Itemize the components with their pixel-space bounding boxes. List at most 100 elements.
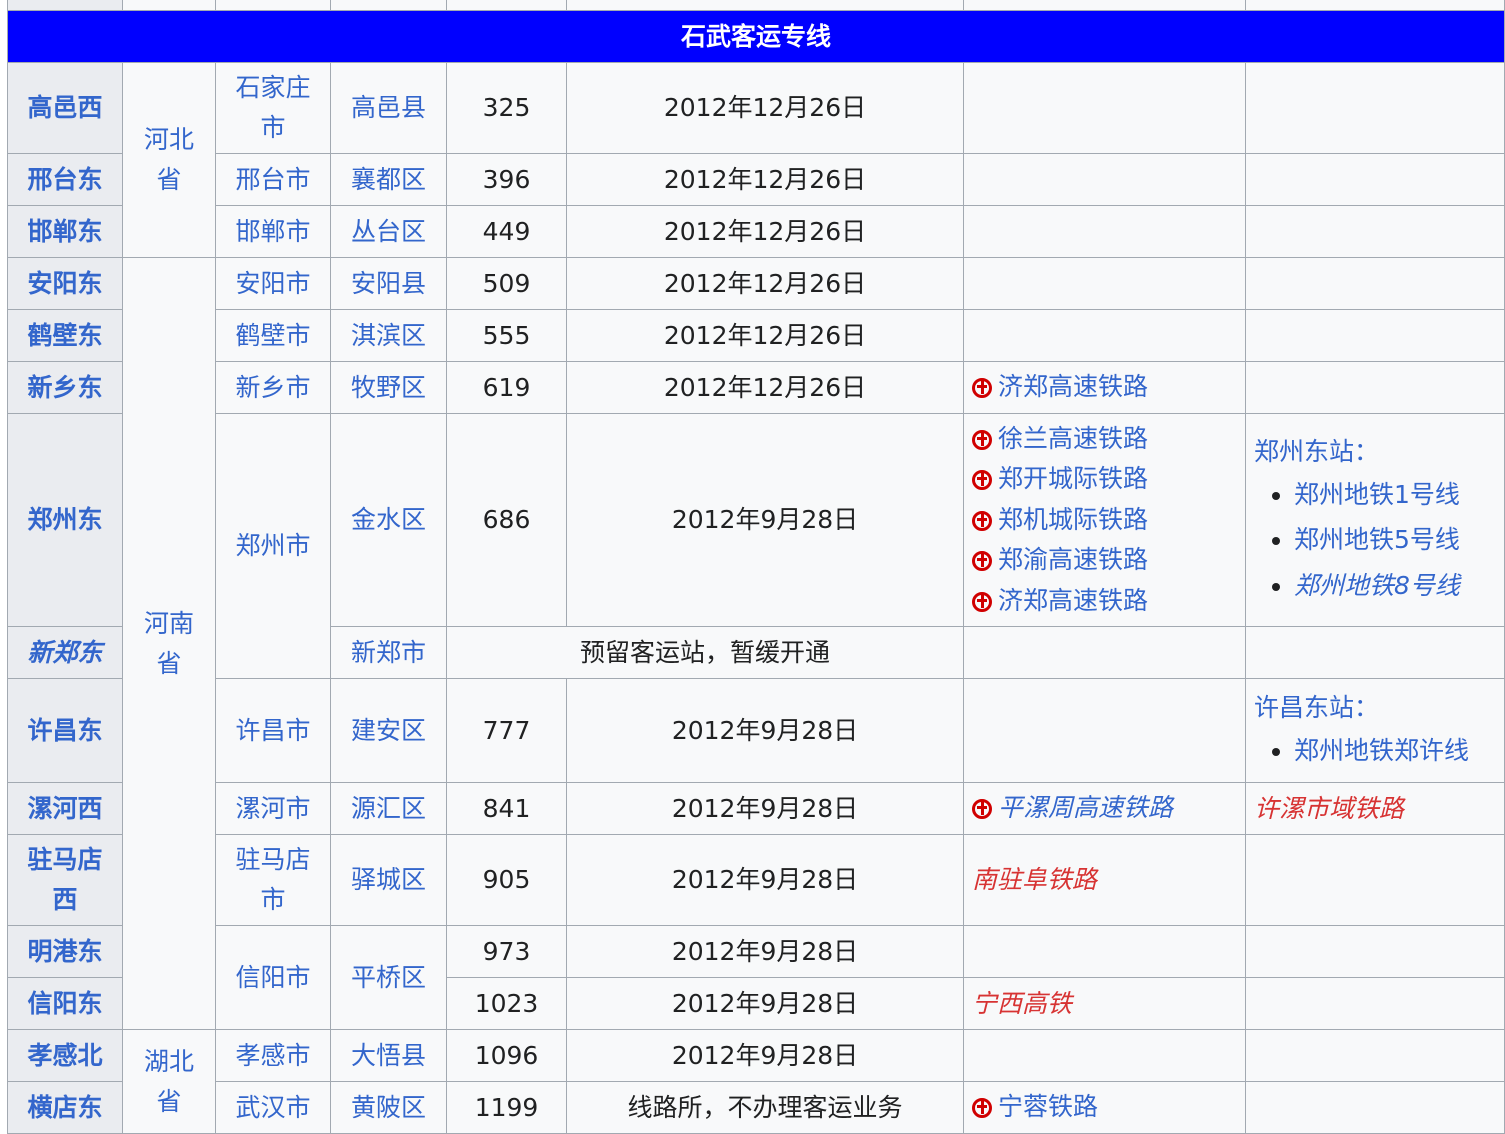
date-cell: 2012年12月26日 — [566, 153, 964, 206]
table-row: 高邑西 河北省 石家庄市 高邑县 325 2012年12月26日 — [7, 62, 1505, 258]
metro-cell — [1245, 257, 1505, 310]
china-railway-icon — [972, 510, 992, 531]
transfer-cell — [963, 153, 1246, 206]
metro-link[interactable]: 郑州地铁5号线 — [1294, 517, 1496, 563]
metro-link[interactable]: 郑州地铁1号线 — [1294, 472, 1496, 518]
city-cell[interactable]: 邢台市 — [215, 153, 331, 206]
metro-cell — [1245, 62, 1505, 154]
station-name[interactable]: 邢台东 — [7, 153, 123, 206]
note-cell: 线路所，不办理客运业务 — [566, 1081, 964, 1134]
railway-link[interactable]: 郑开城际铁路 — [972, 459, 1237, 500]
transfer-cell — [963, 309, 1246, 362]
district-cell[interactable]: 大悟县 — [330, 1029, 447, 1082]
district-cell[interactable]: 高邑县 — [330, 62, 447, 154]
table-row: 横店东 武汉市 黄陂区 1199 线路所，不办理客运业务 宁蓉铁路 — [7, 1081, 1505, 1134]
district-cell[interactable]: 黄陂区 — [330, 1081, 447, 1134]
transfer-cell — [963, 62, 1246, 154]
metro-cell — [1245, 153, 1505, 206]
metro-link[interactable]: 郑州地铁8号线 — [1294, 563, 1496, 609]
date-cell: 2012年12月26日 — [566, 257, 964, 310]
china-railway-icon — [972, 429, 992, 450]
railway-link[interactable]: 平漯周高速铁路 — [972, 788, 1237, 829]
station-name[interactable]: 明港东 — [7, 925, 123, 978]
city-cell[interactable]: 许昌市 — [215, 678, 331, 783]
transfer-cell — [963, 925, 1246, 978]
date-cell: 2012年9月28日 — [566, 782, 964, 835]
railway-link[interactable]: 郑机城际铁路 — [972, 500, 1237, 541]
station-name[interactable]: 驻马店西 — [7, 834, 123, 926]
province-cell[interactable]: 河南省 — [122, 257, 216, 1030]
china-railway-icon — [972, 591, 992, 612]
city-cell[interactable]: 安阳市 — [215, 257, 331, 310]
city-cell[interactable]: 新乡市 — [215, 361, 331, 414]
metro-cell — [1245, 834, 1505, 926]
metro-cell[interactable]: 许漯市域铁路 — [1245, 782, 1505, 835]
transfer-cell[interactable]: 宁西高铁 — [963, 977, 1246, 1030]
transfer-cell: 徐兰高速铁路 郑开城际铁路 郑机城际铁路 郑渝高速铁路 济郑高速铁路 — [963, 413, 1246, 627]
station-name[interactable]: 漯河西 — [7, 782, 123, 835]
china-railway-icon — [972, 799, 992, 820]
railway-link[interactable]: 济郑高速铁路 — [972, 367, 1237, 408]
metro-station-heading[interactable]: 郑州东站： — [1254, 432, 1496, 472]
metro-cell — [1245, 309, 1505, 362]
table-row: 驻马店西 驻马店市 驿城区 905 2012年9月28日 南驻阜铁路 — [7, 834, 1505, 926]
station-name[interactable]: 安阳东 — [7, 257, 123, 310]
city-cell[interactable]: 孝感市 — [215, 1029, 331, 1082]
station-name[interactable]: 新乡东 — [7, 361, 123, 414]
date-cell: 2012年9月28日 — [566, 678, 964, 783]
date-cell: 2012年12月26日 — [566, 361, 964, 414]
china-railway-icon — [972, 551, 992, 572]
table-row: 安阳东 河南省 安阳市 安阳县 509 2012年12月26日 — [7, 257, 1505, 1030]
city-cell[interactable]: 鹤壁市 — [215, 309, 331, 362]
km-cell: 619 — [446, 361, 567, 414]
metro-link[interactable]: 郑州地铁郑许线 — [1294, 728, 1496, 774]
district-cell[interactable]: 金水区 — [330, 413, 447, 627]
section-title: 石武客运专线 — [7, 10, 1505, 63]
station-name[interactable]: 横店东 — [7, 1081, 123, 1134]
china-railway-icon — [972, 470, 992, 491]
china-railway-icon — [972, 1098, 992, 1119]
station-name[interactable]: 邯郸东 — [7, 205, 123, 258]
district-cell[interactable]: 建安区 — [330, 678, 447, 783]
station-name[interactable]: 新郑东 — [7, 626, 123, 679]
station-name[interactable]: 郑州东 — [7, 413, 123, 627]
station-name[interactable]: 鹤壁东 — [7, 309, 123, 362]
district-cell[interactable]: 新郑市 — [330, 626, 447, 679]
km-cell: 1096 — [446, 1029, 567, 1082]
city-cell[interactable]: 石家庄市 — [215, 62, 331, 154]
railway-link[interactable]: 郑渝高速铁路 — [972, 540, 1237, 581]
district-cell[interactable]: 淇滨区 — [330, 309, 447, 362]
district-cell[interactable]: 平桥区 — [330, 925, 447, 1030]
km-cell: 905 — [446, 834, 567, 926]
city-cell[interactable]: 郑州市 — [215, 413, 331, 679]
province-cell[interactable]: 河北省 — [122, 62, 216, 258]
railway-link[interactable]: 宁蓉铁路 — [972, 1087, 1237, 1128]
city-cell[interactable]: 驻马店市 — [215, 834, 331, 926]
district-cell[interactable]: 襄都区 — [330, 153, 447, 206]
railway-link[interactable]: 徐兰高速铁路 — [972, 419, 1237, 460]
section-header-row: 石武客运专线 — [7, 10, 1505, 63]
district-cell[interactable]: 安阳县 — [330, 257, 447, 310]
transfer-cell — [963, 626, 1246, 679]
station-name[interactable]: 信阳东 — [7, 977, 123, 1030]
station-name[interactable]: 许昌东 — [7, 678, 123, 783]
km-cell: 841 — [446, 782, 567, 835]
km-cell: 449 — [446, 205, 567, 258]
city-cell[interactable]: 邯郸市 — [215, 205, 331, 258]
city-cell[interactable]: 漯河市 — [215, 782, 331, 835]
province-cell[interactable]: 湖北省 — [122, 1029, 216, 1134]
district-cell[interactable]: 源汇区 — [330, 782, 447, 835]
district-cell[interactable]: 牧野区 — [330, 361, 447, 414]
metro-station-heading[interactable]: 许昌东站： — [1254, 688, 1496, 728]
railway-link[interactable]: 济郑高速铁路 — [972, 581, 1237, 622]
city-cell[interactable]: 信阳市 — [215, 925, 331, 1030]
transfer-cell[interactable]: 南驻阜铁路 — [963, 834, 1246, 926]
km-cell: 509 — [446, 257, 567, 310]
transfer-cell: 宁蓉铁路 — [963, 1081, 1246, 1134]
city-cell[interactable]: 武汉市 — [215, 1081, 331, 1134]
district-cell[interactable]: 驿城区 — [330, 834, 447, 926]
metro-cell — [1245, 1081, 1505, 1134]
station-name[interactable]: 孝感北 — [7, 1029, 123, 1082]
district-cell[interactable]: 丛台区 — [330, 205, 447, 258]
station-name[interactable]: 高邑西 — [7, 62, 123, 154]
